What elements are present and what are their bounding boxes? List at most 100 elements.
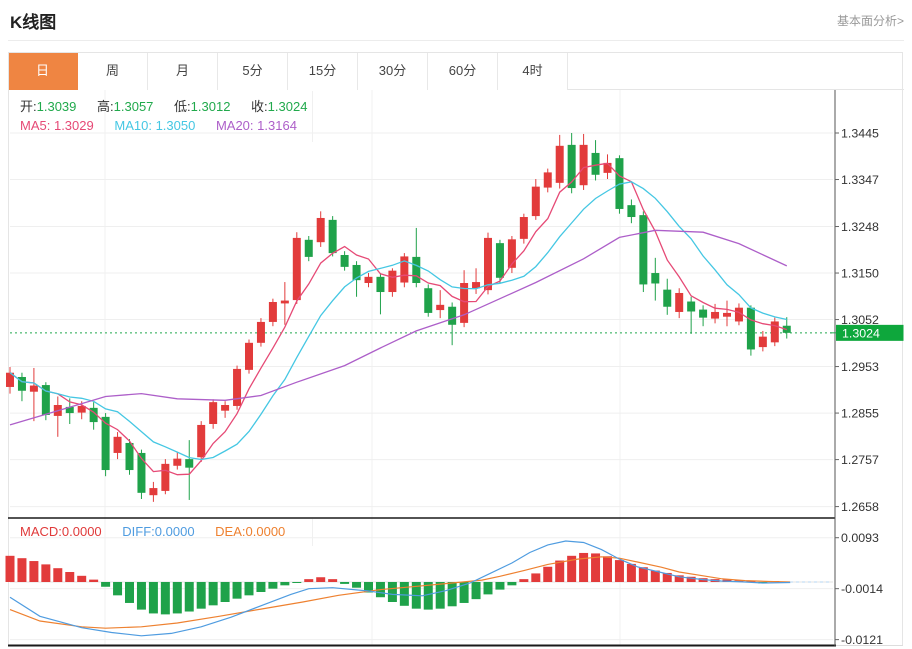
candle (759, 337, 767, 347)
candle (580, 145, 588, 185)
diff-value-legend: DIFF:0.0000 (122, 524, 194, 539)
macd-bar (245, 582, 254, 595)
macd-legend: MACD:0.0000 DIFF:0.0000 DEA:0.0000 (20, 524, 302, 539)
close-label: 收: (251, 99, 268, 114)
macd-bar (519, 579, 528, 582)
macd-bar (268, 582, 277, 589)
candle (269, 302, 277, 322)
macd-bar (77, 576, 86, 582)
macd-bar (113, 582, 122, 595)
candle (520, 217, 528, 239)
candle (388, 271, 396, 292)
ma5-line (10, 163, 787, 474)
candle (209, 402, 217, 424)
macd-bar (507, 582, 516, 585)
ohlc-legend: 开:1.3039 高:1.3057 低:1.3012 收:1.3024 (20, 96, 324, 115)
open-label: 开: (20, 99, 37, 114)
macd-bar (197, 582, 206, 609)
ma10-line (10, 182, 787, 460)
macd-bar (484, 582, 493, 594)
candle (699, 310, 707, 318)
low-value: 1.3012 (191, 99, 231, 114)
macd-bar (400, 582, 409, 606)
candle (365, 277, 373, 283)
candle (496, 243, 504, 278)
candle (532, 187, 540, 216)
ma20-legend: MA20: 1.3164 (216, 118, 297, 133)
price-axis-label: 1.2855 (841, 406, 879, 420)
candle (747, 308, 755, 350)
candle (627, 205, 635, 217)
ma5-legend: MA5: 1.3029 (20, 118, 94, 133)
macd-bar (221, 582, 230, 602)
price-axis-label: 1.3248 (841, 220, 879, 234)
candle (329, 220, 337, 253)
candle (245, 343, 253, 370)
candle (556, 146, 564, 183)
macd-bar (101, 582, 110, 587)
candle (197, 425, 205, 457)
macd-bar (615, 560, 624, 582)
macd-bar (89, 580, 98, 582)
price-axis-label: 1.2757 (841, 453, 879, 467)
price-axis-label: 1.2953 (841, 360, 879, 374)
candle (293, 238, 301, 300)
macd-bar (41, 564, 50, 582)
candle (592, 153, 600, 175)
macd-bar (292, 582, 301, 583)
candle (126, 443, 134, 470)
macd-bar (256, 582, 265, 592)
macd-bar (125, 582, 134, 603)
ma-legend: MA5: 1.3029 MA10: 1.3050 MA20: 1.3164 (20, 118, 314, 133)
candle (185, 459, 193, 468)
high-value: 1.3057 (114, 99, 154, 114)
macd-bar (555, 561, 564, 582)
kline-page: K线图 基本面分析> 1.34451.33471.32481.31501.305… (0, 0, 912, 649)
candle (233, 369, 241, 406)
macd-bar (137, 582, 146, 610)
macd-bar (543, 567, 552, 582)
candle (341, 255, 349, 267)
candle (257, 322, 265, 343)
macd-bar (6, 556, 15, 582)
price-axis-label: 1.3052 (841, 313, 879, 327)
candle (675, 293, 683, 312)
macd-bar (316, 577, 325, 582)
macd-legend-divider (312, 519, 313, 546)
ma20-line (10, 230, 787, 425)
candle (305, 240, 313, 257)
close-value: 1.3024 (268, 99, 308, 114)
candle (281, 301, 289, 304)
macd-bar (149, 582, 158, 613)
low-label: 低: (174, 99, 191, 114)
candle (484, 238, 492, 290)
macd-axis-label: -0.0014 (841, 582, 883, 596)
macd-bar (352, 582, 361, 588)
candle (30, 386, 38, 392)
macd-bar (436, 582, 445, 609)
candle (173, 459, 181, 466)
candle (687, 302, 695, 312)
candle (149, 488, 157, 495)
macd-bar (209, 582, 218, 605)
price-axis-label: 1.3445 (841, 126, 879, 140)
macd-bar (233, 582, 242, 599)
macd-bar (388, 582, 397, 602)
macd-bar (185, 582, 194, 612)
macd-bar (448, 582, 457, 606)
macd-bar (53, 568, 62, 582)
candle (711, 312, 719, 319)
macd-bar (627, 564, 636, 582)
candle (317, 218, 325, 242)
candle (436, 305, 444, 310)
candle (448, 307, 456, 325)
macd-bar (579, 553, 588, 582)
macd-bar (304, 579, 313, 582)
candle (639, 215, 647, 284)
candle (412, 257, 420, 283)
macd-bar (531, 573, 540, 582)
macd-bar (472, 582, 481, 599)
candle (651, 273, 659, 283)
open-value: 1.3039 (37, 99, 77, 114)
macd-bar (340, 582, 349, 584)
